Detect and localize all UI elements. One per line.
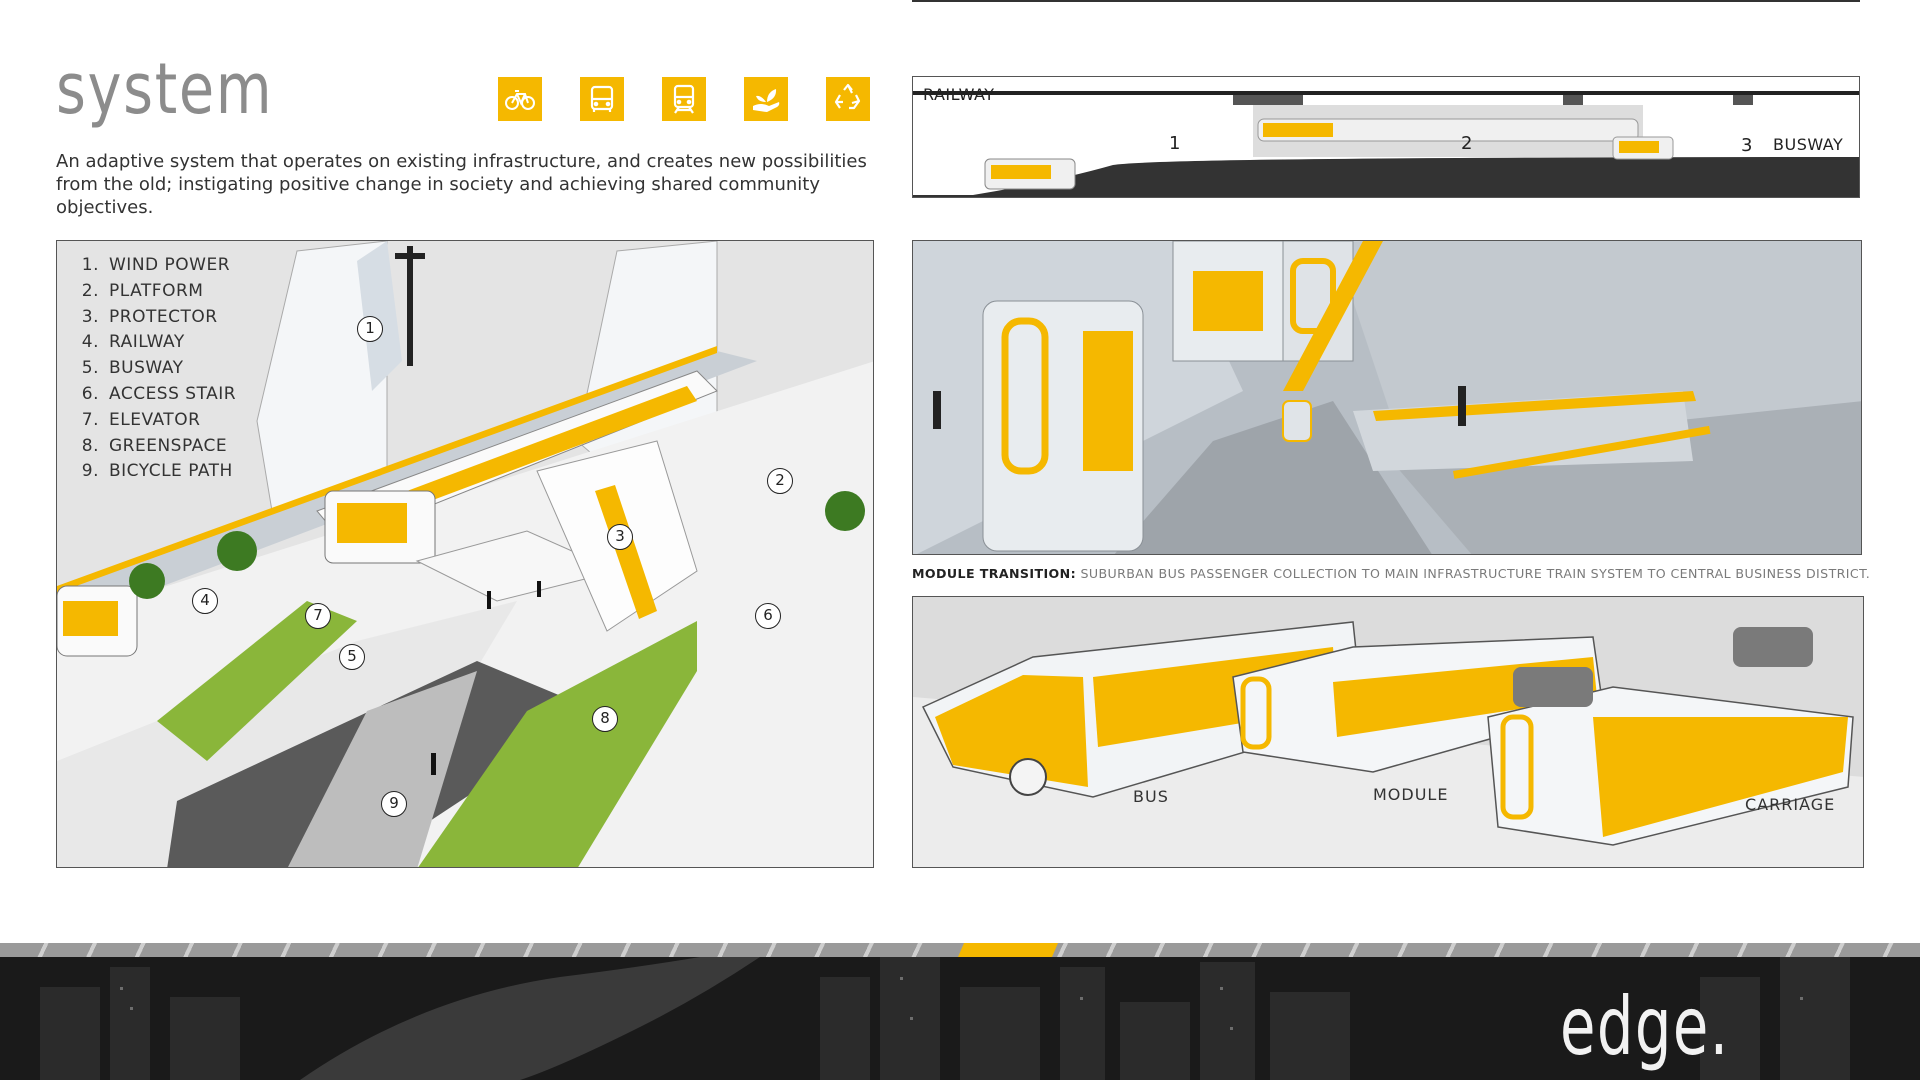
legend-item: 9. BICYCLE PATH — [81, 461, 233, 482]
modules-illustration — [913, 597, 1863, 867]
train-icon — [662, 77, 706, 121]
legend-item: 8. GREENSPACE — [81, 435, 228, 456]
plant-hand-icon — [744, 77, 788, 121]
legend-item: 3. PROTECTOR — [81, 306, 218, 327]
footer-accent-bar — [958, 943, 1058, 957]
callout-6: 6 — [755, 603, 781, 629]
section-strip-panel: RAILWAY BUSWAY 1 2 3 — [912, 76, 1860, 198]
bus-label: BUS — [1133, 787, 1169, 806]
carriage-label: CARRIAGE — [1745, 795, 1836, 814]
modules-panel: BUS MODULE CARRIAGE — [912, 596, 1864, 868]
legend-item: 4. RAILWAY — [81, 332, 185, 353]
intro-text: An adaptive system that operates on exis… — [56, 151, 867, 218]
callout-5: 5 — [339, 644, 365, 670]
section-strip-illustration — [913, 91, 1859, 197]
system-diagram-panel: 1. WIND POWER 2. PLATFORM 3. PROTECTOR 4. RA… — [56, 240, 874, 868]
component-legend: 1. WIND POWER 2. PLATFORM 3. PROTECTOR 4. RA… — [75, 253, 236, 485]
bus-icon — [580, 77, 624, 121]
stage-3-label: 3 — [1741, 135, 1753, 156]
bicycle-icon — [498, 77, 542, 121]
legend-item: 6. ACCESS STAIR — [81, 383, 237, 404]
page-title: system — [56, 48, 274, 130]
module-transition-caption: MODULE TRANSITION: SUBURBAN BUS PASSENGE… — [912, 566, 1872, 581]
edge-logo: edge. — [1560, 980, 1730, 1073]
callout-7: 7 — [305, 603, 331, 629]
icon-row — [498, 77, 870, 121]
callout-9: 9 — [381, 791, 407, 817]
legend-item: 5. BUSWAY — [81, 358, 184, 379]
legend-item: 2. PLATFORM — [81, 280, 204, 301]
station-render-panel — [912, 240, 1862, 555]
callout-1: 1 — [357, 316, 383, 342]
callout-8: 8 — [592, 706, 618, 732]
caption-body: SUBURBAN BUS PASSENGER COLLECTION TO MAI… — [1080, 566, 1871, 581]
recycle-icon — [826, 77, 870, 121]
caption-heading: MODULE TRANSITION: — [912, 566, 1077, 581]
busway-label: BUSWAY — [1773, 135, 1844, 154]
callout-3: 3 — [607, 524, 633, 550]
legend-item: 7. ELEVATOR — [81, 409, 201, 430]
stage-1-label: 1 — [1169, 133, 1181, 154]
legend-item: 1. WIND POWER — [81, 255, 231, 275]
module-label: MODULE — [1373, 785, 1449, 804]
callout-2: 2 — [767, 468, 793, 494]
top-rule — [912, 0, 1860, 2]
callout-4: 4 — [192, 588, 218, 614]
railway-label: RAILWAY — [923, 85, 995, 104]
station-render-illustration — [913, 241, 1861, 554]
stage-2-label: 2 — [1461, 133, 1473, 154]
